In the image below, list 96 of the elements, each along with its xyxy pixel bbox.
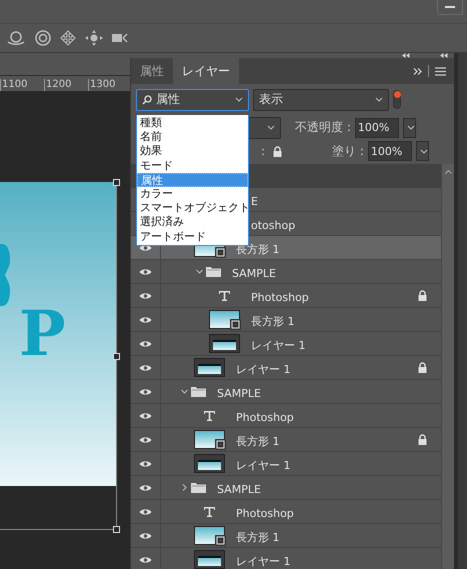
orbit-icon[interactable] bbox=[35, 30, 51, 46]
eye-icon[interactable] bbox=[139, 436, 152, 444]
minimize-icon bbox=[445, 6, 455, 8]
layer-row[interactable]: 長方形 1 bbox=[131, 524, 441, 548]
menu-icon[interactable] bbox=[435, 66, 446, 76]
menu-item[interactable]: 属性 bbox=[137, 172, 248, 187]
artboard-text: P bbox=[19, 303, 66, 365]
lock-icon bbox=[418, 290, 427, 301]
opacity-dropdown-button[interactable] bbox=[402, 118, 416, 138]
eye-icon[interactable] bbox=[139, 532, 152, 540]
caret-icon bbox=[267, 125, 275, 130]
layer-name: 長方形 1 bbox=[236, 434, 280, 449]
minimize-button[interactable] bbox=[437, 0, 463, 15]
scrollbar[interactable] bbox=[441, 164, 454, 569]
type-icon bbox=[204, 410, 215, 420]
eye-icon[interactable] bbox=[139, 484, 152, 492]
video-camera-icon[interactable] bbox=[112, 33, 130, 43]
ruler-label: 1200 bbox=[44, 79, 88, 91]
eye-icon[interactable] bbox=[139, 556, 152, 564]
filter-dropdown[interactable]: 属性 bbox=[136, 88, 249, 110]
eye-icon[interactable] bbox=[139, 412, 152, 420]
eye-icon[interactable] bbox=[139, 460, 152, 468]
caret-icon bbox=[375, 97, 383, 102]
layer-name: SAMPLE bbox=[217, 387, 261, 400]
layer-thumbnail bbox=[209, 334, 240, 353]
eye-icon[interactable] bbox=[139, 388, 152, 396]
caret-icon bbox=[420, 148, 428, 154]
layer-row[interactable]: Photoshop bbox=[131, 500, 441, 524]
pan-icon[interactable] bbox=[60, 30, 76, 46]
layer-row[interactable]: SAMPLE bbox=[131, 476, 441, 500]
transform-handle[interactable] bbox=[113, 179, 120, 186]
layer-name: Photoshop bbox=[236, 507, 294, 520]
layer-thumbnail bbox=[194, 550, 225, 569]
caret-down-icon[interactable] bbox=[196, 268, 203, 275]
eye-icon[interactable] bbox=[139, 340, 152, 348]
caret-right-icon[interactable] bbox=[181, 484, 188, 491]
layer-name: SAMPLE bbox=[232, 267, 276, 280]
lock-label: ： bbox=[257, 142, 269, 160]
transform-handle[interactable] bbox=[113, 526, 120, 533]
folder-icon bbox=[206, 266, 221, 277]
layer-name: otoshop bbox=[251, 219, 296, 232]
layer-row[interactable]: レイヤー 1 bbox=[131, 452, 441, 476]
layer-name: 長方形 1 bbox=[251, 314, 294, 329]
layer-name: レイヤー 1 bbox=[251, 338, 306, 353]
folder-icon bbox=[191, 482, 206, 493]
filter-toggle[interactable] bbox=[393, 90, 401, 109]
layer-name: 長方形 1 bbox=[236, 530, 280, 545]
rotate-3d-icon[interactable] bbox=[6, 31, 26, 45]
panel-tab[interactable]: レイヤー bbox=[173, 58, 239, 84]
layer-row[interactable]: レイヤー 1 bbox=[131, 332, 441, 356]
opacity-label: 不透明度 : bbox=[295, 119, 351, 136]
layer-name: レイヤー 1 bbox=[236, 458, 290, 473]
search-icon bbox=[142, 94, 152, 104]
visibility-dropdown[interactable]: 表示 bbox=[253, 88, 389, 110]
layer-thumbnail bbox=[194, 430, 225, 449]
fill-dropdown-button[interactable] bbox=[416, 141, 429, 161]
folder-icon bbox=[191, 386, 206, 397]
layer-row[interactable]: 長方形 1 bbox=[131, 308, 441, 332]
layer-thumbnail bbox=[194, 526, 225, 545]
transform-handle[interactable] bbox=[113, 353, 120, 360]
layer-thumbnail bbox=[209, 310, 240, 329]
lock-icon bbox=[418, 362, 427, 373]
caret-down-icon[interactable] bbox=[181, 388, 188, 395]
layer-row[interactable]: Photoshop bbox=[131, 284, 441, 308]
scroll-up-icon[interactable] bbox=[444, 170, 452, 174]
caret-icon bbox=[235, 97, 243, 102]
layer-thumbnail bbox=[194, 358, 225, 377]
fill-field[interactable]: 100% bbox=[368, 141, 412, 161]
layer-name: Photoshop bbox=[236, 411, 294, 424]
letter-fragment bbox=[0, 244, 12, 306]
opacity-field[interactable]: 100% bbox=[354, 118, 399, 138]
type-icon bbox=[219, 290, 230, 300]
layer-name: E bbox=[251, 195, 258, 208]
lock-icon bbox=[418, 434, 427, 445]
layer-row[interactable]: レイヤー 1 bbox=[131, 356, 441, 380]
layer-name: Photoshop bbox=[251, 291, 309, 304]
layer-name: レイヤー 1 bbox=[236, 554, 290, 569]
eye-icon[interactable] bbox=[139, 316, 152, 324]
layer-row[interactable]: SAMPLE bbox=[131, 260, 441, 284]
double-chevron-icon[interactable] bbox=[413, 68, 422, 74]
eye-icon[interactable] bbox=[139, 364, 152, 372]
eye-icon[interactable] bbox=[139, 508, 152, 516]
eye-icon[interactable] bbox=[139, 292, 152, 300]
lock-all-icon bbox=[273, 146, 282, 156]
layer-thumbnail bbox=[194, 454, 225, 473]
move-icon[interactable] bbox=[85, 30, 103, 46]
eye-icon[interactable] bbox=[139, 268, 152, 276]
layer-row[interactable]: 長方形 1 bbox=[131, 428, 441, 452]
layer-name: SAMPLE bbox=[217, 483, 261, 496]
fill-label: 塗り : bbox=[332, 142, 364, 160]
layer-row[interactable]: SAMPLE bbox=[131, 380, 441, 404]
layer-name: レイヤー 1 bbox=[236, 362, 290, 377]
type-icon bbox=[204, 506, 215, 516]
layer-row[interactable]: Photoshop bbox=[131, 404, 441, 428]
caret-icon bbox=[406, 125, 415, 130]
ruler-label: 1100 bbox=[0, 79, 44, 91]
